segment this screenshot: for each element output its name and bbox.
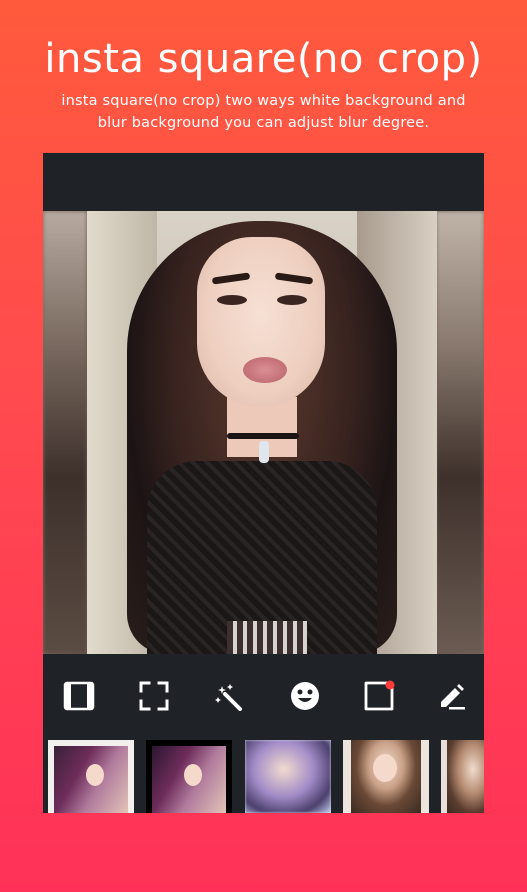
thumbnail-partial[interactable] (441, 740, 484, 813)
sticker-button[interactable] (363, 680, 395, 712)
blur-background-right (436, 211, 484, 654)
fullscreen-button[interactable] (138, 680, 170, 712)
fullscreen-icon (139, 681, 169, 711)
edited-photo[interactable] (87, 211, 437, 654)
sticker-badge (385, 680, 395, 690)
photo-subject-skirt (227, 621, 307, 654)
edit-canvas[interactable] (43, 211, 484, 654)
sticker-icon (364, 680, 395, 711)
thumbnail-white-border[interactable] (48, 740, 134, 813)
frame-border-icon (63, 681, 95, 711)
thumbnail-face (184, 764, 202, 786)
promo-subtitle: insta square(no crop) two ways white bac… (61, 93, 466, 131)
frame-border-button[interactable] (63, 680, 95, 712)
thumbnail-black-border[interactable] (146, 740, 232, 813)
pencil-button[interactable] (436, 680, 468, 712)
emoji-icon (291, 682, 319, 710)
magic-wand-icon (215, 684, 242, 711)
thumbnail-blur[interactable] (245, 740, 331, 813)
thumbnail-image (447, 740, 484, 813)
thumbnail-face (86, 764, 104, 786)
photo-pendant (259, 441, 269, 463)
thumbnail-glasses[interactable] (343, 740, 429, 813)
blur-background-left (43, 211, 87, 654)
photo-lips (243, 357, 287, 383)
emoji-button[interactable] (289, 680, 321, 712)
promo-title: insta square(no crop) (44, 36, 483, 82)
filter-thumbnail-strip[interactable] (43, 734, 484, 813)
photo-choker (227, 433, 299, 439)
thumbnail-image (245, 740, 331, 813)
thumbnail-face (373, 754, 397, 782)
app-screen (43, 153, 484, 813)
edit-toolbar (43, 654, 484, 734)
photo-left-eye (217, 295, 247, 305)
app-top-bar (43, 153, 484, 211)
photo-right-eye (277, 295, 307, 305)
magic-wand-button[interactable] (213, 680, 245, 712)
pencil-icon (441, 684, 465, 710)
